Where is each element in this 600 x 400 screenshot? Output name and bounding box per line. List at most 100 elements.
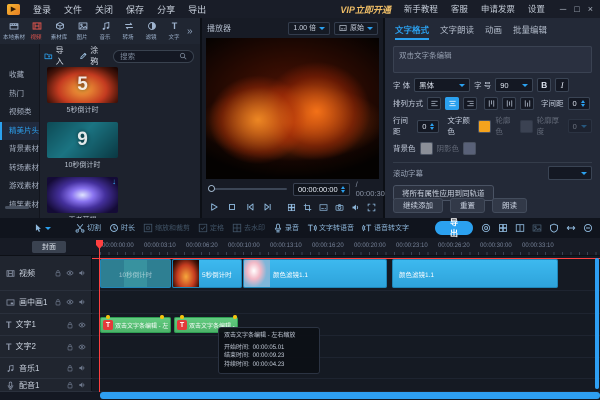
select-tool-button[interactable]	[33, 223, 51, 233]
split-screen-icon[interactable]	[287, 203, 296, 212]
search-input[interactable]: 搜索	[113, 50, 194, 63]
music-lane[interactable]	[92, 358, 600, 379]
volume-icon[interactable]	[351, 203, 360, 212]
voice-lane[interactable]	[92, 379, 600, 392]
playback-speed-select[interactable]: 1.00 倍	[288, 22, 330, 35]
crop-icon[interactable]	[303, 203, 312, 212]
preview-screen[interactable]	[206, 38, 379, 179]
timeline-horizontal-scrollbar[interactable]	[100, 392, 600, 399]
lock-icon[interactable]	[66, 321, 74, 329]
tab-asset-store[interactable]: 素材库	[48, 21, 71, 41]
category-game[interactable]: 游戏素材	[0, 177, 39, 196]
tab-animation[interactable]: 动画	[485, 24, 502, 40]
link-tutorial[interactable]: 新手教程	[404, 3, 438, 15]
subtitle-icon[interactable]	[319, 203, 328, 212]
eye-icon[interactable]	[78, 321, 86, 329]
track-header-voice[interactable]: 配音1	[0, 379, 92, 392]
tab-filter[interactable]: 滤镜	[140, 21, 163, 41]
outline-color-swatch[interactable]	[520, 120, 533, 133]
category-intros[interactable]: 精美片头	[0, 122, 39, 141]
menu-login[interactable]: 登录	[33, 3, 51, 16]
freeze-frame-button[interactable]: 定格	[198, 223, 224, 233]
eye-icon[interactable]	[66, 269, 74, 277]
speaker-icon[interactable]	[78, 381, 86, 389]
align-left-button[interactable]	[427, 97, 441, 110]
text2-lane[interactable]	[92, 336, 600, 358]
valign-middle-button[interactable]	[502, 97, 516, 110]
timeline-vertical-scrollbar[interactable]	[595, 258, 599, 389]
category-hot[interactable]: 热门	[0, 85, 39, 104]
fullscreen-icon[interactable]	[367, 203, 376, 212]
valign-top-button[interactable]	[484, 97, 498, 110]
speaker-icon[interactable]	[78, 269, 86, 277]
link-support[interactable]: 客服	[451, 3, 468, 15]
tab-text-format[interactable]: 文字格式	[395, 24, 429, 40]
scrolling-subtitle-select[interactable]	[548, 166, 592, 180]
timeline-clip-video[interactable]: 10秒倒计时	[100, 259, 171, 288]
bold-button[interactable]: B	[537, 78, 551, 92]
read-aloud-button[interactable]: 朗读	[492, 198, 527, 213]
zoom-out-icon[interactable]	[583, 223, 593, 233]
reset-button[interactable]: 重置	[450, 198, 485, 213]
playhead-line[interactable]	[99, 240, 100, 392]
speaker-icon[interactable]	[78, 364, 86, 372]
track-header-music[interactable]: 音乐1	[0, 358, 92, 379]
letter-spacing-stepper[interactable]: 0	[568, 97, 590, 110]
menu-close[interactable]: 关闭	[95, 3, 113, 16]
window-close-button[interactable]: ×	[588, 4, 593, 14]
lock-icon[interactable]	[54, 269, 62, 277]
record-voice-button[interactable]: 录音	[273, 223, 299, 233]
zoom-crop-button[interactable]: 缩放和裁剪	[143, 223, 190, 233]
category-video[interactable]: 视频类	[0, 103, 39, 122]
tab-text[interactable]: T文字	[163, 21, 186, 41]
background-color-swatch[interactable]	[420, 142, 433, 155]
lock-icon[interactable]	[66, 343, 74, 351]
track-header-pip[interactable]: 画中画1	[0, 291, 92, 314]
align-center-button[interactable]	[445, 97, 459, 110]
pip-lane[interactable]	[92, 291, 600, 314]
category-transition[interactable]: 转场素材	[0, 159, 39, 178]
stop-button[interactable]	[227, 202, 237, 212]
lock-icon[interactable]	[66, 381, 74, 389]
shadow-color-swatch[interactable]	[463, 142, 476, 155]
eye-icon[interactable]	[78, 343, 86, 351]
category-favorites[interactable]: 收藏	[0, 66, 39, 85]
category-funny[interactable]: 搞笑素材	[0, 196, 39, 215]
clip-handle[interactable]	[180, 315, 184, 319]
asset-item[interactable]: ↓ 王者荣耀	[47, 177, 118, 218]
timeline-clip-video[interactable]: 颜色滤镜1.1	[243, 259, 387, 288]
track-header-text2[interactable]: T 文字2	[0, 336, 92, 358]
more-tabs-chevron-icon[interactable]: »	[187, 26, 193, 37]
text-content-input[interactable]: 双击文字条编辑	[393, 46, 592, 73]
tab-image[interactable]: 图片	[71, 21, 94, 41]
category-scrollbar[interactable]	[5, 206, 29, 209]
menu-save[interactable]: 保存	[126, 3, 144, 16]
seek-bar[interactable]	[209, 188, 287, 190]
voice-change-icon[interactable]	[481, 223, 491, 233]
italic-button[interactable]: I	[555, 78, 569, 92]
clip-handle[interactable]	[160, 315, 164, 319]
next-frame-button[interactable]	[263, 202, 273, 212]
track-header-text1[interactable]: T 文字1	[0, 314, 92, 336]
asset-item[interactable]: 5 5秒倒计时	[47, 67, 118, 115]
split-button[interactable]: 切割	[75, 223, 101, 233]
dual-view-icon[interactable]	[515, 223, 525, 233]
current-time-input[interactable]: 00:00:00:00	[293, 183, 350, 196]
line-spacing-stepper[interactable]: 0	[417, 120, 439, 133]
text-to-speech-button[interactable]: 文字转语音	[307, 223, 354, 233]
asset-item[interactable]: 9 10秒倒计时	[47, 122, 118, 170]
link-invoice[interactable]: 申请发票	[481, 3, 515, 15]
outline-width-select[interactable]: 0	[568, 119, 592, 133]
eye-icon[interactable]	[66, 298, 74, 306]
download-icon[interactable]: ↓	[112, 178, 116, 186]
aspect-ratio-select[interactable]: 原始	[334, 22, 378, 35]
speech-to-text-button[interactable]: 语音转文字	[362, 223, 409, 233]
valign-bottom-button[interactable]	[520, 97, 534, 110]
lock-icon[interactable]	[54, 298, 62, 306]
tab-text-reading[interactable]: 文字朗读	[440, 24, 474, 40]
text-color-swatch[interactable]	[478, 120, 491, 133]
timeline-clip-text[interactable]: T 双击文字条编辑 - 左右缩放	[100, 317, 171, 333]
clip-handle[interactable]	[233, 315, 237, 319]
fit-timeline-icon[interactable]	[566, 223, 576, 233]
tab-video[interactable]: 视频	[25, 21, 48, 41]
